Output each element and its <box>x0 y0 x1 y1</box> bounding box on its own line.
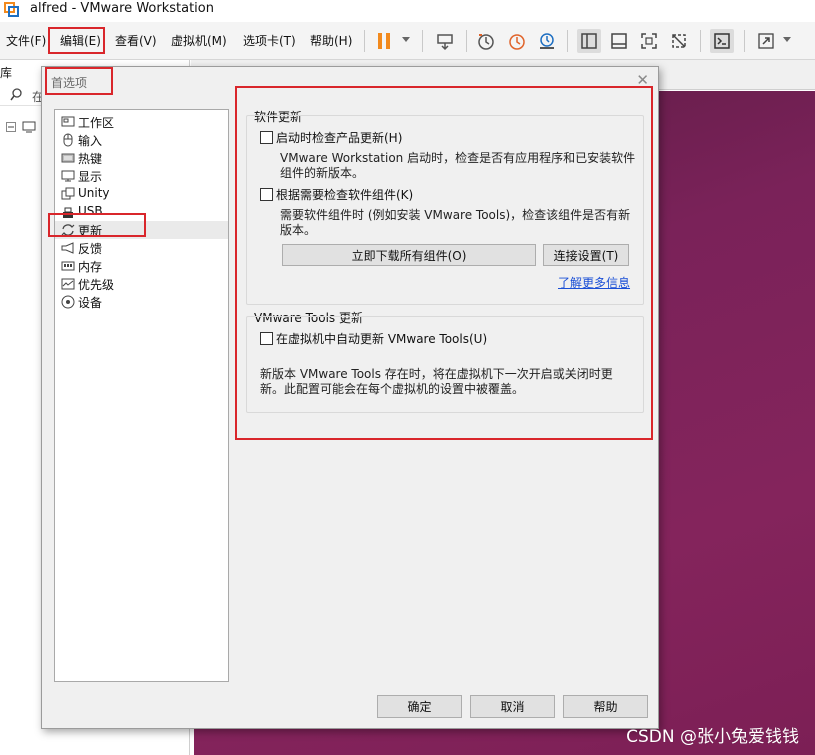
update-settings-panel: 软件更新 启动时检查产品更新(H) VMware Workstation 启动时… <box>236 87 652 442</box>
nav-item-updates[interactable]: 更新 <box>55 221 228 239</box>
library-view-icon[interactable] <box>577 29 601 53</box>
toolbar-separator <box>700 30 701 52</box>
download-all-components-button[interactable]: 立即下载所有组件(O) <box>282 244 536 266</box>
refresh-icon <box>61 224 75 236</box>
stretch-icon[interactable] <box>754 29 778 53</box>
library-title: 库 <box>0 66 13 80</box>
learn-more-link[interactable]: 了解更多信息 <box>558 274 630 291</box>
nav-item-input[interactable]: 输入 <box>55 131 228 149</box>
nav-item-workspace[interactable]: 工作区 <box>55 113 228 131</box>
revert-snapshot-icon[interactable] <box>505 29 529 53</box>
menu-toolbar: 文件(F) 编辑(E) 查看(V) 虚拟机(M) 选项卡(T) 帮助(H) <box>0 22 815 60</box>
nav-label: 内存 <box>78 260 103 274</box>
check-product-updates-checkbox[interactable] <box>260 131 273 144</box>
memory-icon <box>61 261 75 271</box>
menu-view[interactable]: 查看(V) <box>115 32 157 49</box>
nav-label: 设备 <box>78 296 103 310</box>
tools-update-desc: 新版本 VMware Tools 存在时，将在虚拟机下一次开启或关闭时更 <box>260 367 613 381</box>
check-product-desc: 组件的新版本。 <box>280 166 365 180</box>
unity-icon[interactable] <box>667 29 691 53</box>
priority-icon <box>61 278 75 290</box>
nav-label: 输入 <box>78 134 103 148</box>
keyboard-icon <box>61 153 75 163</box>
help-button[interactable]: 帮助 <box>563 695 648 718</box>
snapshot-icon[interactable] <box>474 29 498 53</box>
nav-label: 显示 <box>78 170 103 184</box>
menu-file[interactable]: 文件(F) <box>6 32 46 49</box>
monitor-icon <box>61 170 75 182</box>
device-icon <box>61 295 75 309</box>
check-product-updates-label: 启动时检查产品更新(H) <box>276 131 403 145</box>
auto-update-tools-label: 在虚拟机中自动更新 VMware Tools(U) <box>276 332 488 346</box>
megaphone-icon <box>61 242 74 254</box>
toolbar-separator <box>364 30 365 52</box>
toolbar-separator <box>466 30 467 52</box>
mouse-icon <box>63 133 73 147</box>
console-icon[interactable] <box>710 29 734 53</box>
pause-icon[interactable] <box>372 29 396 53</box>
nav-item-usb[interactable]: USB <box>55 203 228 221</box>
check-components-label: 根据需要检查软件组件(K) <box>276 188 414 202</box>
nav-item-unity[interactable]: Unity <box>55 185 228 203</box>
ok-button[interactable]: 确定 <box>377 695 462 718</box>
check-components-desc: 版本。 <box>280 223 317 237</box>
nav-label: 工作区 <box>78 116 115 130</box>
nav-item-priority[interactable]: 优先级 <box>55 275 228 293</box>
expand-icon[interactable] <box>6 122 16 132</box>
nav-label: 热键 <box>78 152 103 166</box>
cancel-button[interactable]: 取消 <box>470 695 555 718</box>
toolbar-separator <box>567 30 568 52</box>
nav-item-feedback[interactable]: 反馈 <box>55 239 228 257</box>
menu-edit[interactable]: 编辑(E) <box>60 32 101 49</box>
nav-label: Unity <box>78 186 110 200</box>
stretch-dropdown-icon[interactable] <box>783 37 791 42</box>
watermark: CSDN @张小兔爱钱钱 <box>626 727 799 747</box>
check-components-checkbox[interactable] <box>260 188 273 201</box>
nav-item-memory[interactable]: 内存 <box>55 257 228 275</box>
menu-tabs[interactable]: 选项卡(T) <box>243 32 296 49</box>
unity-icon <box>61 187 75 200</box>
thumbnail-view-icon[interactable] <box>607 29 631 53</box>
vmware-logo-icon <box>4 2 19 17</box>
search-icon <box>10 88 22 101</box>
tools-update-desc: 新。此配置可能会在每个虚拟机的设置中被覆盖。 <box>260 382 525 396</box>
check-components-desc: 需要软件组件时 (例如安装 VMware Tools)，检查该组件是否有新 <box>280 208 631 222</box>
workspace-icon <box>61 116 75 127</box>
pause-dropdown-icon[interactable] <box>402 37 410 42</box>
nav-item-hotkeys[interactable]: 热键 <box>55 149 228 167</box>
nav-label: 更新 <box>78 224 103 238</box>
computer-icon <box>22 121 36 133</box>
toolbar-separator <box>744 30 745 52</box>
menu-vm[interactable]: 虚拟机(M) <box>171 32 227 49</box>
check-product-desc: VMware Workstation 启动时，检查是否有应用程序和已安装软件 <box>280 151 636 165</box>
auto-update-tools-checkbox[interactable] <box>260 332 273 345</box>
nav-item-devices[interactable]: 设备 <box>55 293 228 311</box>
nav-label: 优先级 <box>78 278 115 292</box>
send-keys-icon[interactable] <box>433 29 457 53</box>
preferences-dialog: 首选项 ✕ 工作区 输入 热键 显示 Unity USB 更新 反馈 内存 优先… <box>41 66 659 729</box>
manage-snapshots-icon[interactable] <box>535 29 559 53</box>
window-title: alfred - VMware Workstation <box>30 1 214 16</box>
menu-help[interactable]: 帮助(H) <box>310 32 352 49</box>
nav-label: USB <box>78 204 103 218</box>
dialog-title: 首选项 <box>51 76 88 90</box>
usb-icon <box>63 207 73 218</box>
nav-item-display[interactable]: 显示 <box>55 167 228 185</box>
nav-label: 反馈 <box>78 242 103 256</box>
toolbar-separator <box>422 30 423 52</box>
preferences-nav-list: 工作区 输入 热键 显示 Unity USB 更新 反馈 内存 优先级 设备 <box>54 109 229 682</box>
connection-settings-button[interactable]: 连接设置(T) <box>543 244 629 266</box>
fullscreen-icon[interactable] <box>637 29 661 53</box>
title-bar: alfred - VMware Workstation <box>0 0 815 22</box>
